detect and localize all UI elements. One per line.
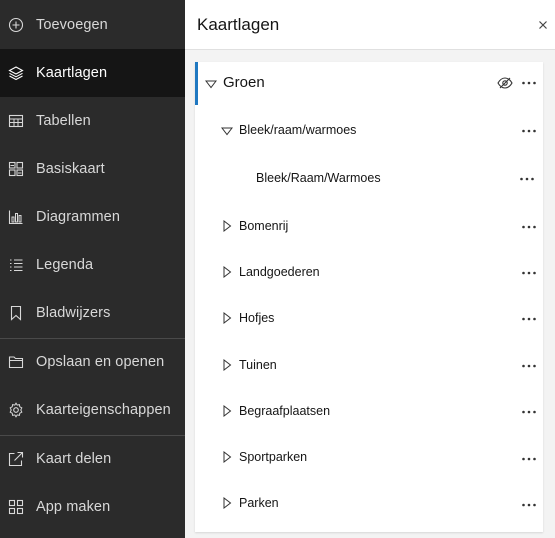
sidebar-item-basiskaart[interactable]: Basiskaart [0,145,185,193]
layer-label: Bleek/raam/warmoes [239,123,357,137]
sidebar-item-diagrammen[interactable]: Diagrammen [0,193,185,241]
chart-icon [8,210,23,225]
layer-row-bleek-raam-warmoes[interactable]: Bleek/raam/warmoes [195,105,543,153]
sidebar-item-label: App maken [36,499,111,515]
table-icon [8,114,24,128]
layer-label: Bomenrij [239,219,289,233]
legend-icon [10,259,23,272]
caret-right-icon[interactable] [221,266,233,278]
caret-down-icon[interactable] [221,125,233,137]
layer-row-bleek-raam-warmoes-leaf[interactable]: Bleek/Raam/Warmoes [195,153,543,201]
caret-right-icon[interactable] [221,497,233,509]
caret-down-icon[interactable] [205,78,217,90]
sidebar-item-label: Legenda [36,257,94,273]
layer-label: Bleek/Raam/Warmoes [256,171,381,185]
more-options-icon[interactable] [521,358,537,374]
sidebar: Toevoegen Kaartlagen Tabellen Basiskaart… [0,0,185,538]
sidebar-item-label: Kaarteigenschappen [36,402,171,418]
layer-label: Sportparken [239,450,308,464]
sidebar-item-label: Diagrammen [36,209,120,225]
panel-header: Kaartlagen [185,0,555,50]
folder-icon [8,356,24,369]
more-options-icon[interactable] [521,75,537,91]
layer-row-bomenrij[interactable]: Bomenrij [195,201,543,247]
layer-label: Begraafplaatsen [239,404,331,418]
sidebar-item-label: Kaartlagen [36,65,108,81]
more-options-icon[interactable] [521,451,537,467]
layers-icon [8,66,24,81]
basemap-icon [8,161,24,177]
sidebar-item-label: Toevoegen [36,17,108,33]
sidebar-item-kaarteigenschappen[interactable]: Kaarteigenschappen [0,386,185,434]
sidebar-item-label: Opslaan en openen [36,354,165,370]
caret-right-icon[interactable] [221,405,233,417]
caret-right-icon[interactable] [221,359,233,371]
sidebar-item-label: Bladwijzers [36,305,111,321]
caret-right-icon[interactable] [221,220,233,232]
layer-row-groen[interactable]: Groen [195,62,543,105]
layer-label: Groen [223,74,265,91]
sidebar-item-kaart-delen[interactable]: Kaart delen [0,435,185,483]
layer-label: Landgoederen [239,265,320,279]
layer-label: Parken [239,496,279,510]
more-options-icon[interactable] [521,311,537,327]
sidebar-item-opslaan-en-openen[interactable]: Opslaan en openen [0,338,185,386]
layers-panel: Kaartlagen Groen Bleek/raam/warmoes Blee… [185,0,555,538]
layer-row-sportparken[interactable]: Sportparken [195,431,543,477]
layer-label: Tuinen [239,358,277,372]
sidebar-item-label: Tabellen [36,113,91,129]
layer-row-landgoederen[interactable]: Landgoederen [195,247,543,293]
plus-circle-icon [8,17,24,33]
caret-right-icon[interactable] [221,312,233,324]
sidebar-item-label: Kaart delen [36,451,112,467]
caret-right-icon[interactable] [221,451,233,463]
sidebar-item-toevoegen[interactable]: Toevoegen [0,1,185,49]
layer-row-parken[interactable]: Parken [195,477,543,523]
layer-list: Groen Bleek/raam/warmoes Bleek/Raam/Warm… [195,62,543,532]
more-options-icon[interactable] [521,219,537,235]
sidebar-item-label: Basiskaart [36,161,105,177]
sidebar-item-kaartlagen[interactable]: Kaartlagen [0,49,185,97]
layer-row-begraafplaatsen[interactable]: Begraafplaatsen [195,385,543,431]
layer-row-hofjes[interactable]: Hofjes [195,293,543,339]
close-icon[interactable] [535,17,551,33]
layer-label: Hofjes [239,311,275,325]
more-options-icon[interactable] [521,265,537,281]
gear-icon [9,402,23,418]
sidebar-item-tabellen[interactable]: Tabellen [0,97,185,145]
sidebar-item-legenda[interactable]: Legenda [0,241,185,289]
apps-icon [8,499,24,515]
panel-title: Kaartlagen [197,15,280,34]
more-options-icon[interactable] [521,497,537,513]
sidebar-item-app-maken[interactable]: App maken [0,483,185,531]
sidebar-item-bladwijzers[interactable]: Bladwijzers [0,289,185,337]
layer-row-tuinen[interactable]: Tuinen [195,339,543,385]
more-options-icon[interactable] [521,404,537,420]
eye-icon[interactable] [497,75,513,91]
share-icon [8,451,24,467]
bookmark-icon [10,305,22,321]
more-options-icon[interactable] [519,171,535,187]
more-options-icon[interactable] [521,123,537,139]
